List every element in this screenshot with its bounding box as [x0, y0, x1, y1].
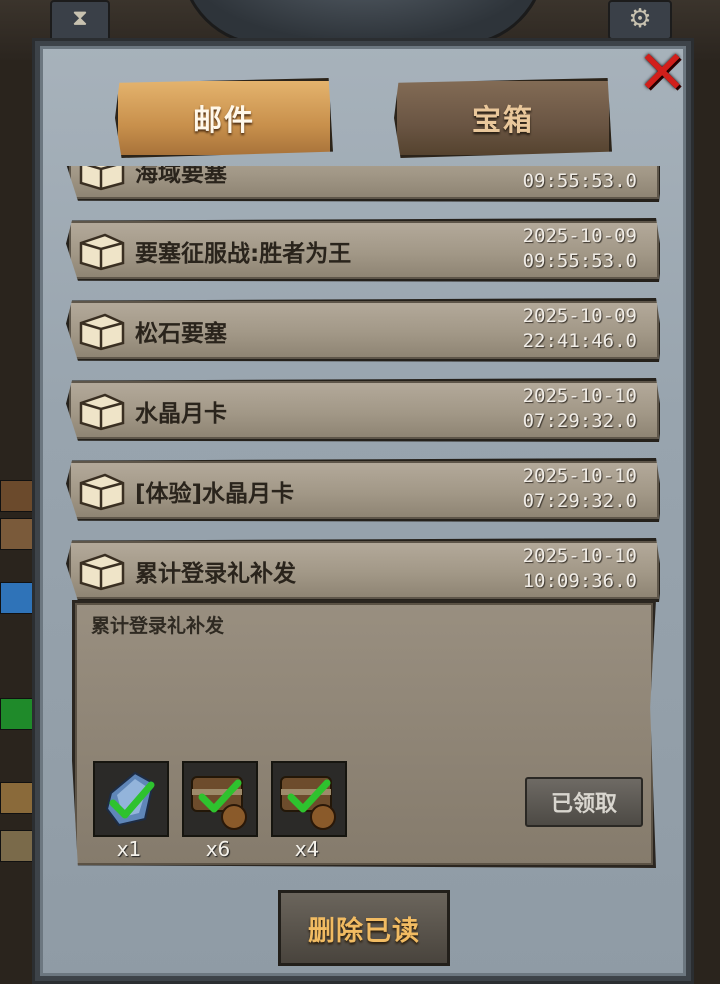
- mail-date: 2025-10-10: [522, 385, 637, 407]
- swords-icon[interactable]: [0, 582, 36, 614]
- delete-read-button[interactable]: 删除已读: [278, 890, 450, 966]
- mail-detail-text: 累计登录礼补发: [91, 615, 225, 637]
- chest-icon: [280, 776, 336, 830]
- mail-title: [体验]水晶月卡: [135, 481, 295, 507]
- mail-title: 水晶月卡: [135, 401, 227, 427]
- reward-slot[interactable]: [182, 761, 258, 837]
- mail-date: 2025-10-09: [522, 305, 637, 327]
- target-icon[interactable]: [0, 782, 36, 814]
- mail-title: 累计登录礼补发: [135, 561, 296, 587]
- mail-chest-icon: [79, 473, 125, 511]
- mail-chest-icon: [79, 553, 125, 591]
- tab-chest[interactable]: 宝箱: [394, 78, 612, 158]
- crystal-icon: [105, 771, 155, 827]
- mail-title: 松石要塞: [135, 321, 227, 347]
- mail-time: 07:29:32.0: [522, 490, 637, 512]
- mail-date: 2025-10-10: [522, 545, 637, 567]
- mail-time: 09:55:53.0: [522, 170, 637, 192]
- mail-time: 22:41:46.0: [522, 330, 637, 352]
- mail-chest-icon: [79, 166, 125, 191]
- mail-chest-icon: [79, 313, 125, 351]
- mail-item-selected[interactable]: 累计登录礼补发 2025-10-10 10:09:36.0: [66, 538, 660, 602]
- claimed-button[interactable]: 已领取: [525, 777, 643, 827]
- chest-side-icon[interactable]: [0, 518, 36, 550]
- tab-chest-label: 宝箱: [471, 103, 534, 137]
- mail-title: 要塞征服战:胜者为王: [135, 241, 352, 267]
- mail-time: 07:29:32.0: [522, 410, 637, 432]
- reward-slot[interactable]: [271, 761, 347, 837]
- mail-item[interactable]: 松石要塞 2025-10-09 22:41:46.0: [66, 298, 660, 362]
- mail-item[interactable]: [体验]水晶月卡 2025-10-10 07:29:32.0: [66, 458, 660, 522]
- mail-time: 10:09:36.0: [522, 570, 637, 592]
- hourglass-icon[interactable]: ⧗: [50, 0, 110, 42]
- mail-detail: 累计登录礼补发 x1 x6 x4 已领取: [72, 600, 656, 868]
- mail-list[interactable]: 海域要塞 09:55:53.0 要塞征服战:胜者为王 2025-10-09 09…: [64, 166, 660, 604]
- close-button[interactable]: ✕: [637, 43, 687, 103]
- scroll-icon[interactable]: [0, 480, 36, 512]
- delete-read-label: 删除已读: [308, 915, 420, 947]
- gear-icon[interactable]: ⚙: [608, 0, 672, 40]
- mail-chest-icon: [79, 393, 125, 431]
- mail-date: 2025-10-10: [522, 465, 637, 487]
- search-icon[interactable]: [0, 830, 36, 862]
- reward-count: x4: [294, 837, 320, 861]
- mail-time: 09:55:53.0: [522, 250, 637, 272]
- tab-mail-label: 邮件: [192, 103, 255, 137]
- chest-icon: [191, 776, 247, 830]
- reward-slot[interactable]: [93, 761, 169, 837]
- mail-item[interactable]: 水晶月卡 2025-10-10 07:29:32.0: [66, 378, 660, 442]
- mail-title: 海域要塞: [135, 166, 227, 187]
- mail-item[interactable]: 海域要塞 09:55:53.0: [66, 166, 660, 202]
- mail-chest-icon: [79, 233, 125, 271]
- reward-count: x6: [205, 837, 231, 861]
- claimed-label: 已领取: [550, 792, 617, 817]
- mail-date: 2025-10-09: [522, 225, 637, 247]
- tab-mail[interactable]: 邮件: [115, 78, 333, 158]
- map-icon[interactable]: [0, 698, 36, 730]
- mail-item[interactable]: 要塞征服战:胜者为王 2025-10-09 09:55:53.0: [66, 218, 660, 282]
- reward-count: x1: [116, 837, 142, 861]
